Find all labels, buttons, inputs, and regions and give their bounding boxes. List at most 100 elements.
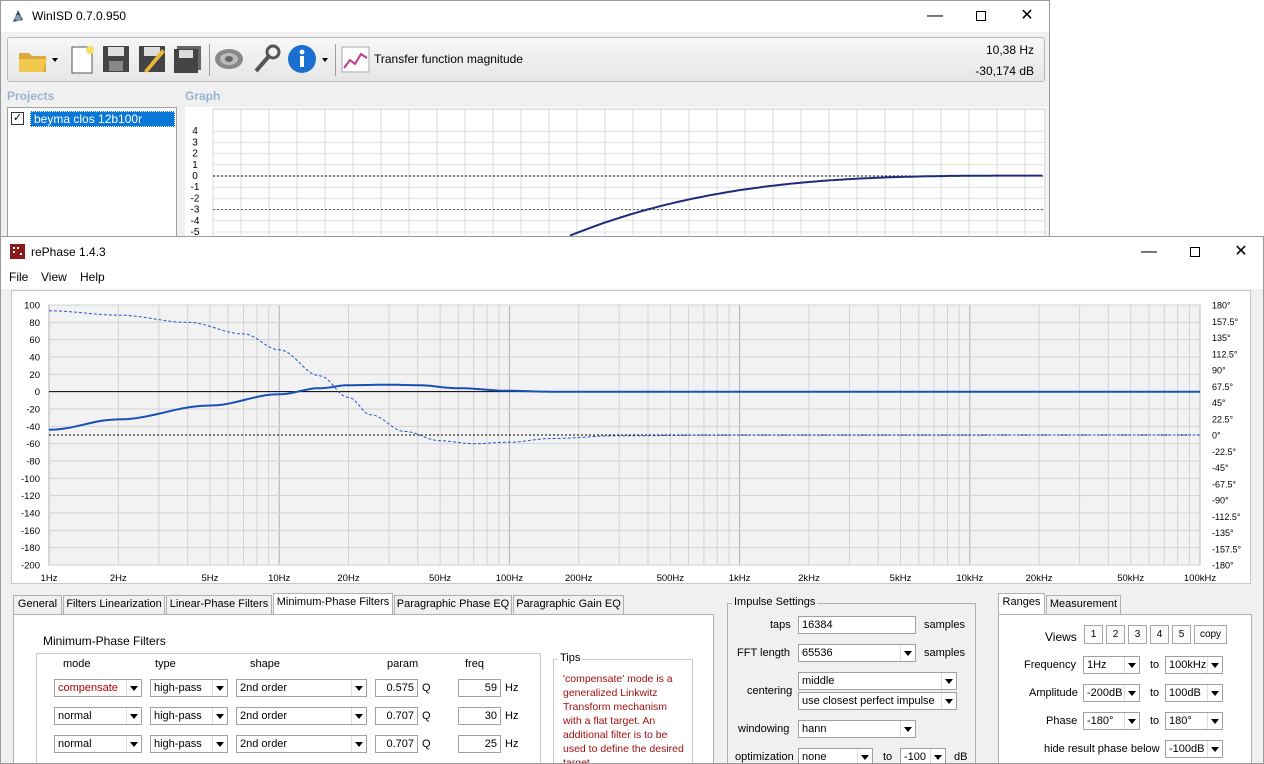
filter-type-select[interactable]: high-pass [150, 735, 228, 753]
tab-filters-linearization[interactable]: Filters Linearization [63, 595, 165, 614]
taps-input[interactable]: 16384 [798, 616, 916, 634]
winisd-toolbar: Transfer function magnitude 10,38 Hz -30… [7, 37, 1045, 82]
x-tick-label: 500Hz [657, 573, 685, 583]
filter-param-input[interactable]: 0.575 [375, 679, 418, 697]
chevron-down-icon [1207, 713, 1222, 729]
amplitude-from-value: -200dB [1087, 687, 1123, 699]
views-copy-button[interactable]: copy [1194, 625, 1227, 644]
phase-to-select[interactable]: 180° [1165, 712, 1223, 730]
hide-phase-select[interactable]: -100dB [1165, 740, 1223, 758]
rephase-title: rePhase 1.4.3 [31, 245, 106, 259]
right-tick-label: -112.5° [1212, 512, 1241, 522]
close-button[interactable]: ✕ [1004, 1, 1049, 31]
view-4-button[interactable]: 4 [1150, 625, 1169, 644]
view-2-button[interactable]: 2 [1106, 625, 1125, 644]
chevron-down-icon [1124, 657, 1139, 673]
chevron-down-icon [212, 736, 227, 752]
project-item[interactable]: beyma clos 12b100r [30, 111, 175, 127]
right-tick-label: -180° [1212, 561, 1234, 571]
graph-chart-icon[interactable] [341, 46, 373, 78]
left-tick-label: -80 [26, 457, 40, 468]
menu-view[interactable]: View [41, 270, 67, 284]
driver-speaker-icon[interactable] [213, 43, 245, 75]
tab-general[interactable]: General [13, 595, 62, 614]
filter-shape-select[interactable]: 2nd order [236, 735, 367, 753]
maximize-button[interactable] [1172, 237, 1218, 267]
centering-value: middle [802, 675, 835, 687]
project-checkbox[interactable]: ✓ [11, 112, 24, 125]
filter-freq-input[interactable]: 30 [458, 707, 501, 725]
filter-type-select[interactable]: high-pass [150, 707, 228, 725]
amplitude-to-select[interactable]: 100dB [1165, 684, 1223, 702]
optimization-db-select[interactable]: -100 [900, 748, 946, 763]
chevron-down-icon [212, 708, 227, 724]
optimization-select[interactable]: none [798, 748, 873, 763]
centering-select[interactable]: middle [798, 672, 957, 690]
phase-from-value: -180° [1087, 715, 1114, 727]
amplitude-from-select[interactable]: -200dB [1083, 684, 1140, 702]
filter-shape-select[interactable]: 2nd order [236, 707, 367, 725]
filter-freq-input[interactable]: 25 [458, 735, 501, 753]
amplitude-to-label: to [1150, 687, 1160, 699]
filter-freq-input[interactable]: 59 [458, 679, 501, 697]
right-tick-label: -45° [1212, 463, 1229, 473]
filter-mode-select[interactable]: compensate [54, 679, 142, 697]
windowing-select[interactable]: hann [798, 720, 916, 738]
optimization-to-label: to [883, 751, 893, 763]
view-3-button[interactable]: 3 [1128, 625, 1147, 644]
tools-wrench-icon[interactable] [250, 43, 282, 75]
view-5-button[interactable]: 5 [1172, 625, 1191, 644]
fft-length-select[interactable]: 65536 [798, 644, 916, 662]
filter-mode-select[interactable]: normal [54, 707, 142, 725]
x-tick-label: 2Hz [110, 573, 127, 583]
tab-paragraphic-gain-eq[interactable]: Paragraphic Gain EQ [513, 595, 624, 614]
winisd-app-icon [13, 10, 23, 22]
tab-measurement[interactable]: Measurement [1046, 595, 1121, 614]
frequency-readout: 10,38 Hz [985, 43, 1034, 57]
open-folder-icon[interactable] [17, 43, 49, 75]
filter-mode-select[interactable]: normal [54, 735, 142, 753]
save-all-icon[interactable] [172, 43, 204, 75]
menu-file[interactable]: File [9, 270, 28, 284]
minimize-button[interactable]: — [912, 1, 958, 31]
save-edit-icon[interactable] [136, 43, 168, 75]
left-tick-label: 60 [29, 335, 40, 346]
filter-mode-value: normal [58, 710, 92, 722]
filter-param-input[interactable]: 0.707 [375, 735, 418, 753]
centering-mode-select[interactable]: use closest perfect impulse [798, 692, 957, 710]
frequency-from-select[interactable]: 1Hz [1083, 656, 1140, 674]
info-dropdown-icon[interactable] [322, 58, 328, 62]
amplitude-label: Amplitude [1029, 687, 1078, 699]
freq-unit: Hz [505, 738, 519, 750]
left-tick-label: -40 [26, 422, 40, 433]
chevron-down-icon [857, 749, 872, 763]
tab-ranges[interactable]: Ranges [998, 593, 1045, 615]
tab-minimum-phase-filters[interactable]: Minimum-Phase Filters [273, 593, 393, 615]
tips-text: 'compensate' mode is a generalized Linkw… [563, 673, 684, 764]
close-button[interactable]: ✕ [1218, 237, 1263, 267]
winisd-titlebar: WinISD 0.7.0.950 — ✕ [1, 1, 1049, 32]
taps-unit: samples [924, 619, 965, 631]
y-tick-label: -4 [191, 216, 200, 227]
view-1-button[interactable]: 1 [1084, 625, 1103, 644]
frequency-to-select[interactable]: 100kHz [1165, 656, 1223, 674]
save-icon[interactable] [100, 43, 132, 75]
new-document-icon[interactable] [66, 43, 98, 75]
menu-help[interactable]: Help [80, 270, 105, 284]
windowing-label: windowing [738, 723, 790, 735]
open-dropdown-icon[interactable] [52, 58, 58, 62]
info-icon[interactable] [286, 43, 318, 75]
filter-type-select[interactable]: high-pass [150, 679, 228, 697]
minimize-button[interactable]: — [1126, 237, 1172, 267]
tab-linear-phase-filters[interactable]: Linear-Phase Filters [166, 595, 272, 614]
plot-area [212, 108, 1046, 237]
views-buttons: 1 2 3 4 5 copy [1084, 625, 1244, 645]
optimization-db-value: -100 [904, 751, 927, 763]
optimization-value: none [802, 751, 827, 763]
tab-paragraphic-phase-eq[interactable]: Paragraphic Phase EQ [394, 595, 512, 614]
maximize-button[interactable] [958, 1, 1004, 31]
right-tick-label: 22.5° [1212, 414, 1234, 424]
phase-from-select[interactable]: -180° [1083, 712, 1140, 730]
filter-param-input[interactable]: 0.707 [375, 707, 418, 725]
filter-shape-select[interactable]: 2nd order [236, 679, 367, 697]
